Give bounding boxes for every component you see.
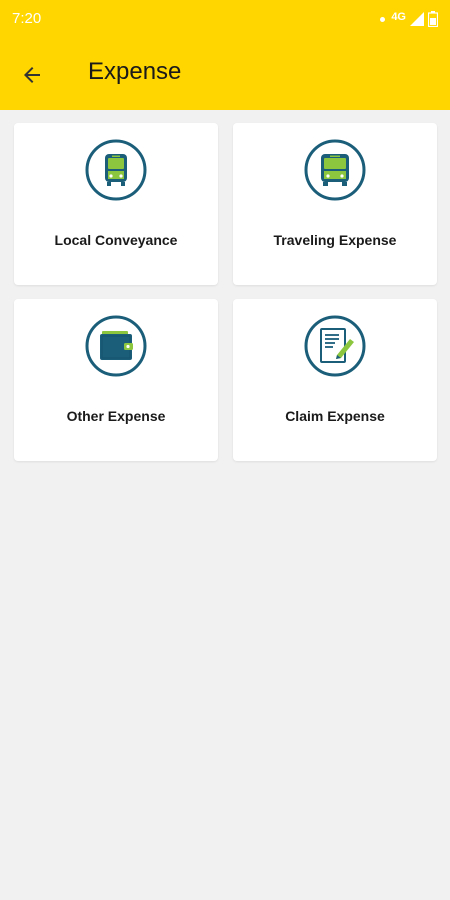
card-local-conveyance[interactable]: Local Conveyance bbox=[14, 123, 218, 285]
back-button[interactable] bbox=[12, 55, 52, 95]
bus-icon bbox=[304, 139, 366, 201]
signal-icon bbox=[410, 12, 424, 26]
document-pen-icon bbox=[304, 315, 366, 377]
notification-dot-icon bbox=[380, 16, 386, 22]
status-time: 7:20 bbox=[12, 10, 42, 27]
card-other-expense[interactable]: Other Expense bbox=[14, 299, 218, 461]
app-bar: Expense bbox=[0, 40, 450, 110]
back-arrow-icon bbox=[24, 67, 40, 83]
card-label: Traveling Expense bbox=[273, 232, 397, 248]
network-type: 4G bbox=[391, 10, 406, 23]
card-traveling-expense[interactable]: Traveling Expense bbox=[233, 123, 437, 285]
card-label: Claim Expense bbox=[285, 408, 385, 424]
battery-icon bbox=[428, 11, 438, 27]
wallet-icon bbox=[85, 315, 147, 377]
status-icons: 4G bbox=[380, 9, 438, 29]
page-title: Expense bbox=[88, 58, 182, 85]
card-label: Local Conveyance bbox=[54, 232, 178, 248]
card-claim-expense[interactable]: Claim Expense bbox=[233, 299, 437, 461]
status-bar: 7:20 4G bbox=[0, 0, 450, 40]
card-label: Other Expense bbox=[66, 408, 166, 424]
bus-icon bbox=[85, 139, 147, 201]
